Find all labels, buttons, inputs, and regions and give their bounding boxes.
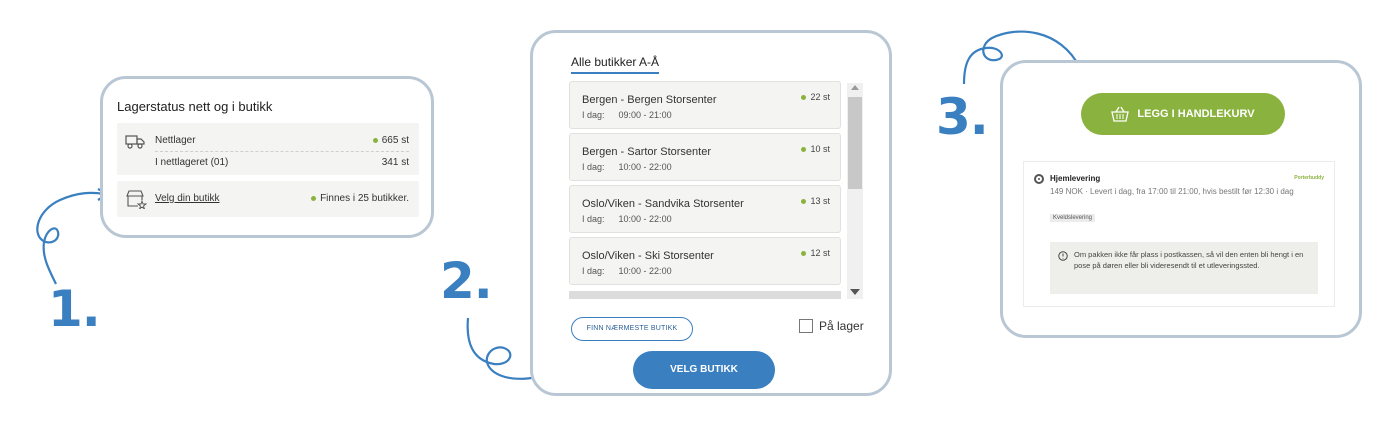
- delivery-details: 149 NOK · Levert i dag, fra 17:00 til 21…: [1050, 187, 1294, 196]
- scrollbar-thumb[interactable]: [848, 97, 862, 189]
- warehouse-label: I nettlageret (01): [155, 157, 229, 168]
- online-stock-box: Nettlager 665 st I nettlageret (01) 341 …: [117, 123, 419, 175]
- basket-icon: [1111, 106, 1130, 122]
- delivery-radio[interactable]: [1034, 174, 1044, 184]
- cart-panel: LEGG I HANDLEKURV Hjemlevering Porterbud…: [1000, 60, 1362, 338]
- warehouse-qty: 341 st: [381, 157, 409, 168]
- add-to-cart-button[interactable]: LEGG I HANDLEKURV: [1081, 93, 1285, 135]
- in-stock-dot-icon: [801, 251, 807, 257]
- store-name: Bergen - Sartor Storsenter: [582, 146, 712, 158]
- in-stock-dot-icon: [801, 95, 807, 101]
- choose-store-link[interactable]: Velg din butikk: [155, 193, 220, 204]
- stock-status-panel: Lagerstatus nett og i butikk Nettlager 6…: [100, 76, 434, 238]
- delivery-info-text: Om pakken ikke får plass i postkassen, s…: [1074, 250, 1304, 270]
- delivery-title: Hjemlevering: [1050, 174, 1101, 183]
- carrier-logo: Porterbuddy: [1294, 175, 1324, 181]
- store-stock-box: Velg din butikk Finnes i 25 butikker.: [117, 181, 419, 217]
- in-stock-dot-icon: [372, 137, 378, 143]
- store-name: Oslo/Viken - Sandvika Storsenter: [582, 198, 744, 210]
- online-stock-qty: 665 st: [372, 135, 409, 146]
- delivery-option[interactable]: Hjemlevering Porterbuddy 149 NOK · Lever…: [1023, 161, 1335, 307]
- find-nearest-store-button[interactable]: FINN NÆRMESTE BUTIKK: [571, 317, 693, 341]
- scroll-up-icon[interactable]: [851, 85, 859, 90]
- store-item[interactable]: Bergen - Bergen Storsenter I dag: 09:00 -…: [569, 81, 841, 129]
- store-item[interactable]: Bergen - Sartor Storsenter I dag: 10:00 -…: [569, 133, 841, 181]
- stock-status-title: Lagerstatus nett og i butikk: [117, 99, 273, 114]
- store-hours: I dag: 10:00 - 22:00: [582, 162, 672, 172]
- delivery-badge: Kveldslevering: [1050, 214, 1096, 222]
- store-qty: 13 st: [801, 196, 830, 206]
- store-qty: 12 st: [801, 248, 830, 258]
- truck-icon: [125, 135, 145, 149]
- store-list-scrollbar[interactable]: [847, 83, 863, 299]
- online-stock-label: Nettlager: [155, 135, 196, 146]
- list-fade: [569, 291, 841, 299]
- store-qty: 22 st: [801, 92, 830, 102]
- step-number-3: 3.: [936, 88, 989, 146]
- scroll-down-icon[interactable]: [850, 289, 860, 295]
- info-icon: [1058, 251, 1068, 261]
- store-item[interactable]: Oslo/Viken - Ski Storsenter I dag: 10:00 …: [569, 237, 841, 285]
- in-stock-checkbox[interactable]: [799, 319, 813, 333]
- store-name: Oslo/Viken - Ski Storsenter: [582, 250, 714, 262]
- in-stock-dot-icon: [311, 195, 317, 201]
- store-hours: I dag: 09:00 - 21:00: [582, 110, 672, 120]
- store-qty: 10 st: [801, 144, 830, 154]
- in-stock-dot-icon: [801, 199, 807, 205]
- store-availability: Finnes i 25 butikker.: [311, 193, 409, 204]
- store-hours: I dag: 10:00 - 22:00: [582, 214, 672, 224]
- store-item[interactable]: Oslo/Viken - Sandvika Storsenter I dag: 1…: [569, 185, 841, 233]
- choose-store-button[interactable]: VELG BUTIKK: [633, 351, 775, 389]
- in-stock-checkbox-label: På lager: [819, 319, 864, 333]
- store-hours: I dag: 10:00 - 22:00: [582, 266, 672, 276]
- store-list-panel: Alle butikker A-Å Bergen - Bergen Storse…: [530, 30, 892, 396]
- store-list[interactable]: Bergen - Bergen Storsenter I dag: 09:00 -…: [533, 33, 863, 299]
- store-name: Bergen - Bergen Storsenter: [582, 94, 717, 106]
- in-stock-dot-icon: [801, 147, 807, 153]
- step-number-2: 2.: [440, 252, 493, 310]
- delivery-info-box: Om pakken ikke får plass i postkassen, s…: [1050, 242, 1318, 294]
- divider: [155, 151, 409, 152]
- store-icon: [126, 190, 147, 209]
- add-to-cart-label: LEGG I HANDLEKURV: [1137, 108, 1255, 121]
